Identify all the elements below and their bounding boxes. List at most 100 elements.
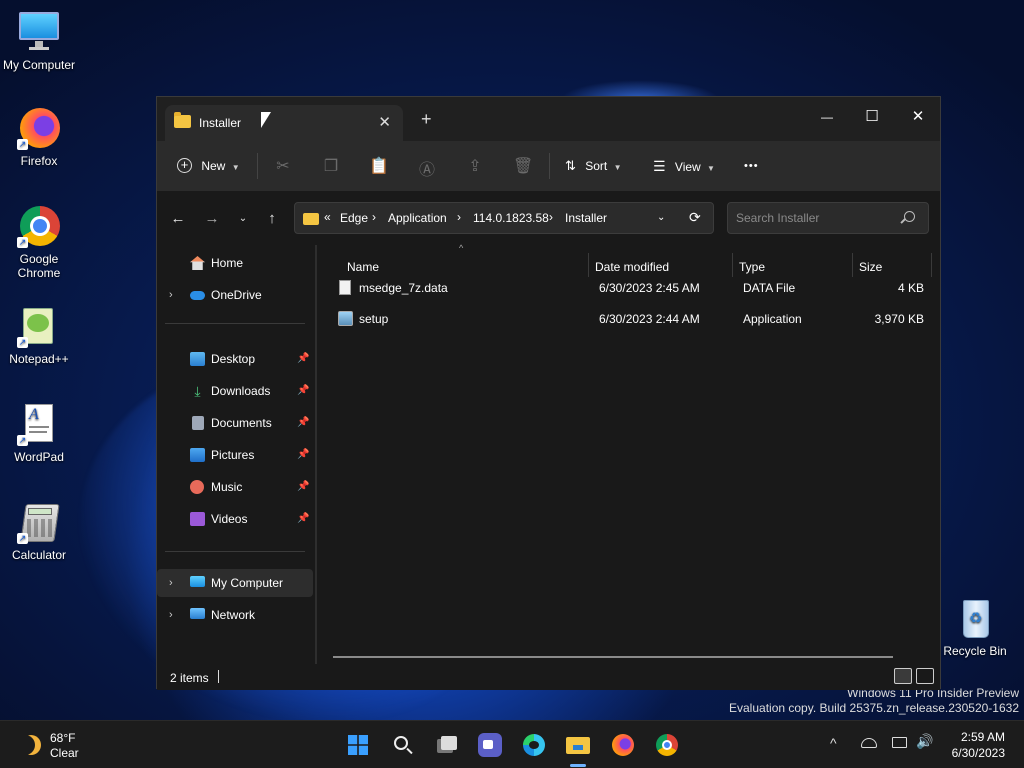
tab-title: Installer: [199, 116, 242, 130]
show-hidden-icons-chevron-icon[interactable]: ^: [830, 735, 837, 751]
desktop-icon-firefox[interactable]: ↗ Firefox: [1, 106, 77, 168]
wordpad-icon: A ↗: [17, 402, 61, 446]
file-explorer-window[interactable]: Installer ✕ + — ☐ ✕ + New ▼ ✂ ❐ 📋 Ⓐ ⇪ 🗑 …: [156, 96, 941, 690]
recent-locations-chevron-icon[interactable]: ⌄: [233, 209, 253, 229]
pin-icon[interactable]: 📌: [297, 377, 309, 405]
sidebar-item-my-computer[interactable]: › My Computer: [157, 569, 313, 597]
chevron-right-icon[interactable]: ›: [457, 210, 461, 224]
table-row[interactable]: setup 6/30/2023 2:44 AM Application 3,97…: [329, 304, 934, 334]
chat-icon[interactable]: [478, 733, 502, 757]
maximize-button[interactable]: ☐: [849, 103, 895, 131]
paste-icon[interactable]: 📋: [369, 156, 389, 176]
tab-installer[interactable]: Installer ✕: [165, 105, 403, 141]
video-icon: [190, 512, 205, 526]
network-disconnected-icon[interactable]: [861, 738, 877, 748]
desktop-icon-label: My Computer: [2, 58, 76, 72]
more-options-button[interactable]: •••: [744, 151, 759, 181]
refresh-icon[interactable]: ⟳: [689, 209, 701, 226]
text-cursor: [218, 670, 219, 683]
breadcrumb-edge[interactable]: Edge: [340, 211, 368, 225]
minimize-button[interactable]: —: [804, 103, 850, 131]
tiles-view-icon[interactable]: [916, 668, 934, 684]
rename-icon[interactable]: Ⓐ: [417, 156, 437, 179]
chevron-right-icon[interactable]: ›: [169, 601, 173, 629]
sidebar-item-home[interactable]: Home: [157, 249, 313, 277]
chevron-right-icon[interactable]: ›: [372, 210, 376, 224]
breadcrumb-application[interactable]: Application: [388, 211, 447, 225]
horizontal-scrollbar[interactable]: [333, 656, 893, 658]
sidebar-item-videos[interactable]: Videos 📌: [157, 505, 313, 533]
weather-widget[interactable]: 68°F Clear: [16, 729, 106, 761]
search-taskbar-icon[interactable]: [391, 733, 415, 757]
status-bar: 2 items: [157, 664, 940, 690]
active-app-indicator: [570, 764, 586, 767]
new-button[interactable]: + New ▼: [177, 151, 240, 181]
back-arrow-icon[interactable]: ←: [168, 209, 188, 229]
chevron-right-icon[interactable]: ›: [169, 281, 173, 309]
desktop-icon-chrome[interactable]: ↗ Google Chrome: [1, 204, 77, 280]
breadcrumb-installer[interactable]: Installer: [565, 211, 607, 225]
search-box[interactable]: [727, 202, 929, 234]
cut-icon[interactable]: ✂: [273, 156, 293, 176]
desktop-icon-label: WordPad: [14, 450, 64, 464]
up-arrow-icon[interactable]: ↑: [262, 209, 282, 229]
pin-icon[interactable]: 📌: [297, 473, 309, 501]
display-icon[interactable]: [892, 737, 907, 748]
download-icon: ⤓: [194, 383, 201, 399]
table-row[interactable]: msedge_7z.data 6/30/2023 2:45 AM DATA Fi…: [329, 273, 934, 303]
search-input[interactable]: [728, 203, 898, 233]
view-button[interactable]: ☰ View ▼: [653, 151, 715, 181]
task-view-icon[interactable]: [435, 733, 459, 757]
file-explorer-taskbar-icon[interactable]: [566, 733, 590, 757]
sort-button[interactable]: ⇅ Sort ▼: [565, 151, 622, 181]
title-bar[interactable]: Installer ✕ + — ☐ ✕: [157, 97, 940, 141]
desktop-icon-calculator[interactable]: ↗ Calculator: [1, 500, 77, 562]
breadcrumb-overflow[interactable]: «: [324, 210, 331, 224]
firefox-taskbar-icon[interactable]: [611, 733, 635, 757]
pin-icon[interactable]: 📌: [297, 345, 309, 373]
pin-icon[interactable]: 📌: [297, 505, 309, 533]
breadcrumb-version[interactable]: 114.0.1823.58: [473, 211, 549, 225]
sidebar-item-music[interactable]: Music 📌: [157, 473, 313, 501]
pin-icon[interactable]: 📌: [297, 441, 309, 469]
forward-arrow-icon[interactable]: →: [202, 209, 222, 229]
copy-icon[interactable]: ❐: [321, 156, 341, 176]
sidebar-item-desktop[interactable]: Desktop 📌: [157, 345, 313, 373]
file-size: 4 KB: [897, 281, 924, 295]
desktop-icon-label: Firefox: [20, 154, 58, 168]
recycle-bin-icon: ♻: [953, 596, 997, 640]
delete-icon[interactable]: 🗑: [513, 156, 533, 176]
sidebar-item-downloads[interactable]: ⤓ Downloads 📌: [157, 377, 313, 405]
chevron-down-icon: ▼: [231, 163, 240, 172]
desktop-icon-recycle-bin[interactable]: ♻ Recycle Bin: [937, 596, 1013, 658]
clock-date[interactable]: 6/30/2023: [947, 746, 1005, 760]
volume-icon[interactable]: 🔊: [916, 733, 933, 750]
start-button[interactable]: [346, 733, 370, 757]
chrome-taskbar-icon[interactable]: [655, 733, 679, 757]
calculator-icon: ↗: [17, 500, 61, 544]
edge-icon[interactable]: [522, 733, 546, 757]
address-history-chevron-icon[interactable]: ⌄: [657, 212, 665, 223]
sidebar-item-label: Pictures: [211, 448, 255, 462]
file-icon: [339, 280, 351, 295]
close-window-button[interactable]: ✕: [895, 103, 941, 131]
pin-icon[interactable]: 📌: [297, 409, 309, 437]
clock-time[interactable]: 2:59 AM: [957, 730, 1005, 744]
details-view-icon[interactable]: [894, 668, 912, 684]
desktop-icon-notepadpp[interactable]: ↗ Notepad++: [1, 304, 77, 366]
chevron-right-icon[interactable]: ›: [169, 569, 173, 597]
address-bar[interactable]: « Edge › Application › 114.0.1823.58 › I…: [294, 202, 714, 234]
sidebar-item-onedrive[interactable]: › OneDrive: [157, 281, 313, 309]
close-tab-icon[interactable]: ✕: [378, 113, 391, 131]
new-tab-button[interactable]: +: [421, 109, 432, 130]
shortcut-arrow-icon: ↗: [17, 237, 28, 248]
desktop-icon-wordpad[interactable]: A ↗ WordPad: [1, 402, 77, 464]
chevron-right-icon[interactable]: ›: [549, 210, 553, 224]
search-icon[interactable]: [900, 211, 915, 224]
share-icon[interactable]: ⇪: [465, 156, 485, 176]
sidebar-item-pictures[interactable]: Pictures 📌: [157, 441, 313, 469]
toolbar-divider: [257, 153, 258, 179]
sidebar-item-documents[interactable]: Documents 📌: [157, 409, 313, 437]
desktop-icon-my-computer[interactable]: My Computer: [1, 10, 77, 72]
sidebar-item-network[interactable]: › Network: [157, 601, 313, 629]
